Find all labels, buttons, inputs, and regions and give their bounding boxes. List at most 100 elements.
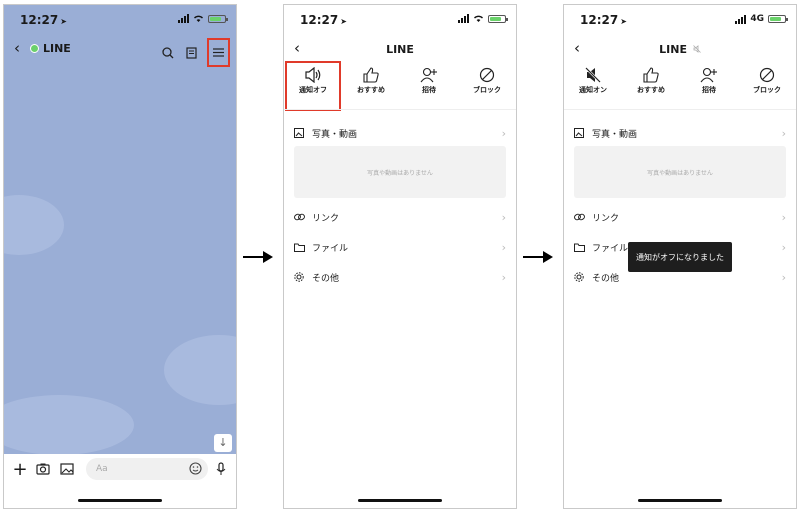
location-icon: ➤ [60,17,67,26]
block-icon [479,67,495,83]
background-cloud [4,395,134,455]
menu-button[interactable] [207,38,230,67]
block-button[interactable]: ブロック [743,65,791,107]
action-label: ブロック [753,86,781,94]
message-input-bar: + Aa [4,454,236,508]
add-person-icon [700,67,717,83]
location-icon: ➤ [620,17,627,26]
action-label: 通知オン [579,86,607,94]
empty-message: 写真や動画はありません [647,169,713,177]
official-badge-icon [30,44,39,53]
chat-header: ‹ LINE [4,35,236,67]
battery-icon [488,14,508,23]
photos-empty-state: 写真や動画はありません [294,146,506,198]
signal-icon [178,14,189,23]
network-type: 4G [750,14,764,24]
thumbs-up-icon [363,67,379,83]
folder-icon [574,243,585,252]
menu-item-other[interactable]: その他 › [294,269,506,285]
menu-item-label: その他 [592,273,620,284]
home-indicator [638,499,722,502]
menu-item-label: ファイル [312,243,349,254]
page-title: LINE [659,43,687,56]
chat-menu-muted-screen: 12:27 ➤ 4G ‹ LINE 通知オン おすすめ 招待 ブロック 写真・動… [563,4,797,509]
camera-icon[interactable] [36,460,50,478]
recommend-button[interactable]: おすすめ [347,65,395,107]
home-indicator [78,499,162,502]
photos-empty-state: 写真や動画はありません [574,146,786,198]
menu-item-label: リンク [312,213,340,224]
chevron-right-icon: › [501,210,506,224]
status-bar: 12:27 ➤ 4G [564,5,796,33]
menu-item-links[interactable]: リンク › [294,209,506,225]
chat-screen: 12:27 ➤ ‹ LINE ↓ + Aa [3,4,237,509]
background-cloud [4,195,64,255]
image-icon[interactable] [60,460,74,478]
toast-message: 通知がオフになりました [628,242,732,272]
thumbs-up-icon [643,67,659,83]
notes-icon[interactable] [186,46,197,59]
status-bar: 12:27 ➤ [4,5,236,33]
emoji-icon[interactable] [189,462,202,475]
invite-button[interactable]: 招待 [685,65,733,107]
mute-notifications-button[interactable]: 通知オフ [285,61,341,111]
divider [564,109,796,110]
block-button[interactable]: ブロック [463,65,511,107]
menu-item-label: リンク [592,213,620,224]
menu-item-files[interactable]: ファイル › [294,239,506,255]
menu-item-label: ファイル [592,243,629,254]
action-label: 招待 [422,86,436,94]
status-time: 12:27 [580,13,619,27]
hamburger-menu-icon [213,48,224,57]
settings-icon [294,272,304,282]
menu-header: ‹ LINE [284,35,516,65]
back-chevron-icon[interactable]: ‹ [14,41,20,56]
recommend-button[interactable]: おすすめ [627,65,675,107]
invite-button[interactable]: 招待 [405,65,453,107]
action-label: おすすめ [637,86,665,94]
menu-item-photos[interactable]: 写真・動画 › [574,125,786,141]
microphone-icon[interactable] [215,460,227,478]
message-input[interactable]: Aa [86,458,208,480]
plus-icon[interactable]: + [12,459,28,480]
action-row: 通知オン おすすめ 招待 ブロック [564,65,796,107]
menu-item-photos[interactable]: 写真・動画 › [294,125,506,141]
unmute-notifications-button[interactable]: 通知オン [569,65,617,107]
muted-speaker-icon [585,67,601,83]
menu-item-label: 写真・動画 [592,129,638,140]
speaker-icon [305,67,321,83]
action-label: ブロック [473,86,501,94]
chevron-right-icon: › [781,270,786,284]
menu-header: ‹ LINE [564,35,796,65]
wifi-icon [474,15,483,22]
empty-message: 写真や動画はありません [367,169,433,177]
link-icon [574,213,585,221]
location-icon: ➤ [340,17,347,26]
battery-icon [768,15,788,23]
action-label: 通知オフ [299,86,327,94]
action-label: 招待 [702,86,716,94]
status-bar: 12:27 ➤ [284,5,516,33]
battery-icon [208,14,228,23]
chevron-right-icon: › [501,240,506,254]
chevron-right-icon: › [781,240,786,254]
menu-item-links[interactable]: リンク › [574,209,786,225]
chevron-right-icon: › [501,126,506,140]
page-title-wrap: LINE [564,43,796,56]
status-time: 12:27 [300,13,339,27]
photo-icon [294,128,304,138]
block-icon [759,67,775,83]
signal-icon [735,14,747,24]
chevron-right-icon: › [501,270,506,284]
wifi-icon [194,15,203,22]
chevron-right-icon: › [781,210,786,224]
home-indicator [358,499,442,502]
photo-icon [574,128,584,138]
action-row: 通知オフ おすすめ 招待 ブロック [284,61,516,111]
settings-icon [574,272,584,282]
step-arrow-icon [243,251,273,263]
divider [284,109,516,110]
chevron-right-icon: › [781,126,786,140]
search-icon[interactable] [162,46,174,59]
scroll-down-button[interactable]: ↓ [214,434,232,452]
